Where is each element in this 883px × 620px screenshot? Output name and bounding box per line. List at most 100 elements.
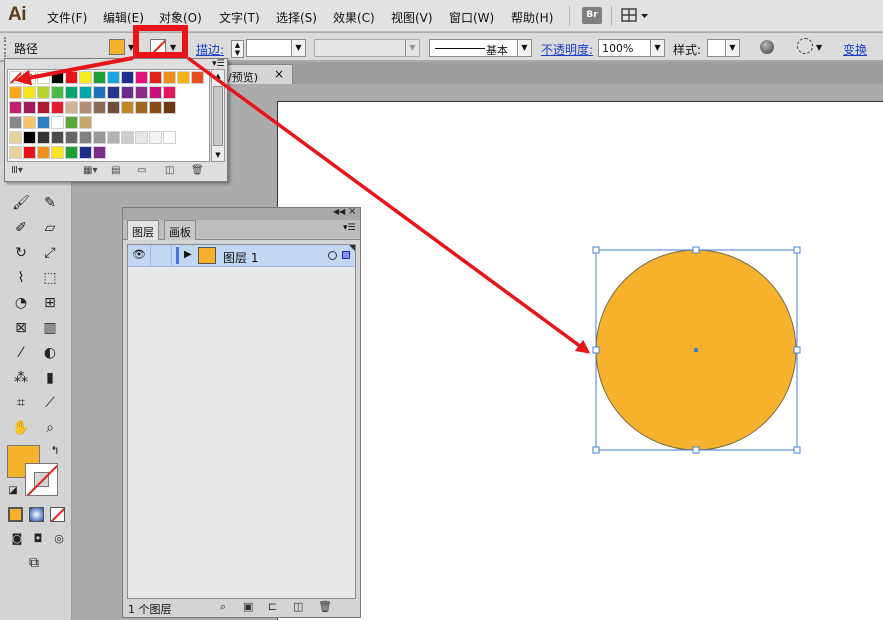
- swatch[interactable]: [149, 131, 162, 144]
- swatch[interactable]: [65, 71, 78, 84]
- new-layer-icon[interactable]: ◫: [293, 600, 303, 613]
- swatches-menu-icon[interactable]: ▾☰: [212, 59, 228, 69]
- swatch[interactable]: [37, 131, 50, 144]
- swatch[interactable]: [37, 86, 50, 99]
- swatch[interactable]: [135, 131, 148, 144]
- swatch[interactable]: [93, 146, 106, 159]
- swatch[interactable]: [93, 86, 106, 99]
- layer-selection-indicator[interactable]: [342, 251, 350, 259]
- swatch[interactable]: [149, 86, 162, 99]
- swatch[interactable]: [65, 146, 78, 159]
- swatch[interactable]: [23, 101, 36, 114]
- scroll-up-icon[interactable]: ▲: [212, 70, 224, 82]
- layer-target-icon[interactable]: [328, 251, 337, 260]
- selection-handle[interactable]: [592, 346, 600, 354]
- swatch-none[interactable]: [9, 71, 22, 84]
- swatch[interactable]: [177, 71, 190, 84]
- swatch[interactable]: [51, 101, 64, 114]
- clipping-mask-icon[interactable]: ▣: [243, 600, 253, 613]
- delete-layer-icon[interactable]: 🗑: [318, 600, 332, 613]
- locate-object-icon[interactable]: ⌕: [220, 600, 226, 614]
- swatch[interactable]: [65, 86, 78, 99]
- swatch-group-folder-icon[interactable]: [9, 131, 22, 144]
- collapse-panel-icon[interactable]: ◀◀: [333, 207, 345, 216]
- swatches-scrollbar[interactable]: ▲ ▼: [211, 69, 225, 162]
- swatch[interactable]: [51, 71, 64, 84]
- swatch[interactable]: [37, 101, 50, 114]
- selection-handle[interactable]: [692, 446, 700, 454]
- visibility-eye-icon[interactable]: 👁: [130, 248, 148, 263]
- swatch[interactable]: [149, 71, 162, 84]
- layer-name[interactable]: 图层 1: [223, 249, 258, 266]
- swatch[interactable]: [121, 71, 134, 84]
- lock-toggle-cell[interactable]: [150, 245, 172, 266]
- swatch-group-folder-icon[interactable]: [9, 146, 22, 159]
- swatch[interactable]: [163, 86, 176, 99]
- swatch[interactable]: [9, 116, 22, 129]
- swatch[interactable]: [93, 101, 106, 114]
- swatch[interactable]: [79, 86, 92, 99]
- swatch[interactable]: [79, 116, 92, 129]
- swatch[interactable]: [149, 101, 162, 114]
- swatch[interactable]: [107, 131, 120, 144]
- swatch[interactable]: [51, 131, 64, 144]
- swatch[interactable]: [23, 86, 36, 99]
- expand-triangle-icon[interactable]: ▶: [184, 249, 192, 260]
- selection-handle[interactable]: [592, 446, 600, 454]
- swatch-options-icon[interactable]: ▤: [111, 165, 120, 176]
- tab-artboards[interactable]: 画板: [164, 220, 196, 240]
- selection-handle[interactable]: [793, 446, 801, 454]
- scroll-down-icon[interactable]: ▼: [212, 149, 224, 161]
- delete-swatch-icon[interactable]: 🗑: [191, 165, 204, 176]
- swatch[interactable]: [51, 86, 64, 99]
- layers-menu-icon[interactable]: ▾☰: [343, 223, 356, 233]
- selection-handle[interactable]: [692, 246, 700, 254]
- selection-handle[interactable]: [592, 246, 600, 254]
- swatch[interactable]: [9, 86, 22, 99]
- swatch[interactable]: [79, 131, 92, 144]
- tab-layers[interactable]: 图层: [127, 220, 159, 240]
- swatch[interactable]: [65, 101, 78, 114]
- swatch[interactable]: [23, 116, 36, 129]
- swatch[interactable]: [65, 116, 78, 129]
- new-sublayer-icon[interactable]: ⊏: [268, 600, 277, 613]
- show-swatch-kinds-icon[interactable]: ▦▾: [83, 165, 97, 176]
- swatches-scroll-thumb[interactable]: [213, 86, 223, 146]
- swatch[interactable]: [37, 146, 50, 159]
- swatch[interactable]: [163, 71, 176, 84]
- swatch[interactable]: [121, 131, 134, 144]
- layers-panel-header[interactable]: ◀◀ ×: [123, 206, 360, 220]
- swatch[interactable]: [9, 101, 22, 114]
- new-swatch-icon[interactable]: ◫: [165, 165, 174, 176]
- swatch[interactable]: [65, 131, 78, 144]
- swatch[interactable]: [79, 71, 92, 84]
- swatch[interactable]: [163, 101, 176, 114]
- swatch[interactable]: [37, 116, 50, 129]
- swatch[interactable]: [79, 146, 92, 159]
- swatch[interactable]: [135, 101, 148, 114]
- swatch[interactable]: [23, 146, 36, 159]
- swatch[interactable]: [121, 101, 134, 114]
- swatch[interactable]: [51, 146, 64, 159]
- selection-handle[interactable]: [793, 246, 801, 254]
- swatch[interactable]: [107, 101, 120, 114]
- swatch[interactable]: [135, 71, 148, 84]
- swatch[interactable]: [79, 101, 92, 114]
- swatch-registration[interactable]: ⊕: [23, 71, 36, 84]
- swatch[interactable]: [135, 86, 148, 99]
- swatch[interactable]: [23, 131, 36, 144]
- selection-handle[interactable]: [793, 346, 801, 354]
- swatch[interactable]: [37, 71, 50, 84]
- swatch[interactable]: [93, 71, 106, 84]
- swatch[interactable]: [93, 131, 106, 144]
- close-panel-icon[interactable]: ×: [348, 206, 356, 217]
- swatch[interactable]: [51, 116, 64, 129]
- swatch[interactable]: [121, 86, 134, 99]
- swatch[interactable]: [107, 71, 120, 84]
- swatch[interactable]: [107, 86, 120, 99]
- layer-row[interactable]: 👁 ▶ 图层 1: [128, 245, 355, 267]
- new-color-group-icon[interactable]: ▭: [137, 165, 146, 176]
- swatch-libraries-icon[interactable]: Ⅲ▾: [11, 165, 23, 176]
- swatch[interactable]: [163, 131, 176, 144]
- swatch[interactable]: [191, 71, 204, 84]
